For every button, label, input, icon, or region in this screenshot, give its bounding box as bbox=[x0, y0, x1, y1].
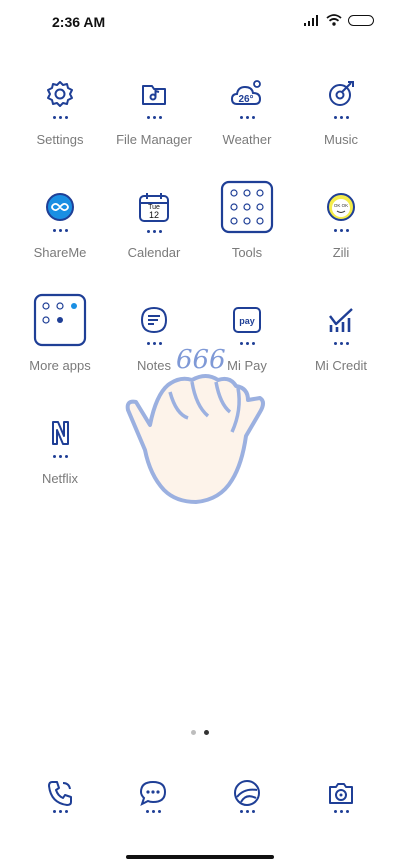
more-apps-folder-icon bbox=[33, 293, 87, 346]
app-calendar[interactable]: Tue 12 Calendar bbox=[108, 183, 200, 260]
sticker-text: 666 bbox=[176, 345, 226, 375]
app-zili[interactable]: OK OK Zili bbox=[295, 183, 387, 260]
app-file-manager[interactable]: File Manager bbox=[108, 70, 200, 147]
signal-icon bbox=[304, 15, 318, 26]
app-label: File Manager bbox=[116, 132, 192, 147]
app-netflix[interactable]: Netflix bbox=[14, 409, 106, 486]
shareme-icon bbox=[46, 193, 74, 221]
dock-browser[interactable] bbox=[217, 778, 277, 834]
browser-icon bbox=[234, 780, 260, 806]
app-weather[interactable]: 26° Weather bbox=[201, 70, 293, 147]
notes-icon bbox=[140, 306, 168, 334]
app-mi-credit[interactable]: Mi Credit bbox=[295, 296, 387, 373]
tools-folder-icon bbox=[220, 180, 274, 233]
folder-icon bbox=[142, 85, 166, 105]
app-label: Zili bbox=[332, 245, 350, 260]
app-more-apps-folder[interactable]: More apps bbox=[14, 285, 106, 373]
app-tools-folder[interactable]: Tools bbox=[201, 172, 293, 260]
phone-icon bbox=[48, 781, 72, 806]
camera-icon bbox=[329, 783, 353, 804]
dock-messages[interactable] bbox=[123, 778, 183, 834]
status-icons bbox=[304, 14, 374, 26]
hand-gesture-sticker: 666 bbox=[120, 340, 270, 510]
app-label: Tools bbox=[231, 245, 263, 260]
app-label: Calendar bbox=[127, 245, 181, 260]
mi-pay-icon: pay bbox=[233, 307, 261, 333]
status-time: 2:36 AM bbox=[52, 14, 106, 30]
app-label: Mi Credit bbox=[314, 358, 367, 373]
zili-icon: OK OK bbox=[327, 193, 355, 221]
mi-credit-icon bbox=[329, 308, 353, 332]
netflix-icon bbox=[52, 421, 69, 445]
app-label: Weather bbox=[222, 132, 272, 147]
app-music[interactable]: Music bbox=[295, 70, 387, 147]
gear-icon bbox=[47, 81, 73, 107]
calendar-date: 12 bbox=[149, 210, 159, 220]
page-dot-active[interactable] bbox=[204, 730, 209, 735]
messages-icon bbox=[139, 780, 167, 806]
home-indicator[interactable] bbox=[126, 855, 274, 859]
app-label: ShareMe bbox=[33, 245, 87, 260]
status-bar: 2:36 AM bbox=[0, 0, 400, 44]
dock-camera[interactable] bbox=[311, 778, 371, 834]
zili-badge: OK OK bbox=[334, 203, 348, 208]
app-label: Music bbox=[324, 132, 358, 147]
page-dot[interactable] bbox=[191, 730, 196, 735]
dock-phone[interactable] bbox=[30, 778, 90, 834]
app-label: Settings bbox=[36, 132, 84, 147]
page-indicator[interactable] bbox=[0, 730, 400, 735]
calendar-icon: Tue 12 bbox=[139, 193, 169, 222]
wifi-icon bbox=[326, 14, 342, 26]
mi-pay-badge: pay bbox=[239, 316, 255, 326]
battery-icon bbox=[348, 14, 374, 26]
weather-icon: 26° bbox=[230, 80, 262, 105]
app-settings[interactable]: Settings bbox=[14, 70, 106, 147]
dock bbox=[0, 772, 400, 832]
app-label: More apps bbox=[29, 358, 91, 373]
app-shareme[interactable]: ShareMe bbox=[14, 183, 106, 260]
weather-temp: 26° bbox=[238, 94, 253, 105]
app-label: Netflix bbox=[41, 471, 79, 486]
music-icon bbox=[329, 81, 354, 106]
